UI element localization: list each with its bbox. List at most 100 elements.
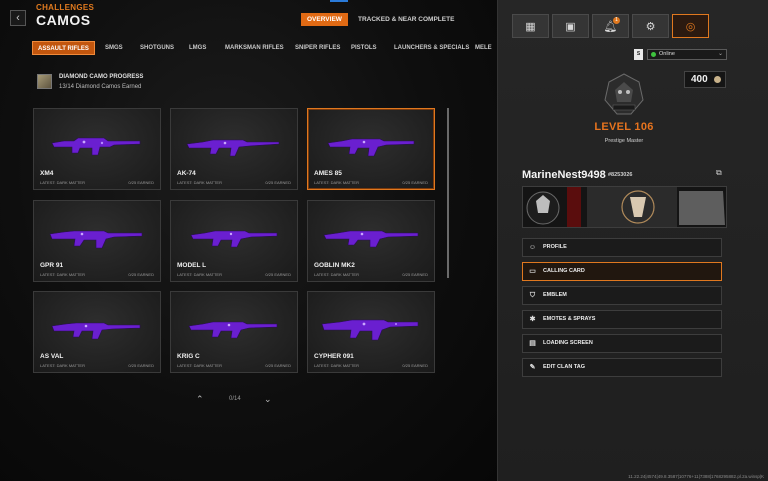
weapon-earned-count: 0/25 EARNED: [128, 272, 154, 277]
category-tab-smgs[interactable]: SMGS: [105, 41, 123, 55]
weapon-card-as-val[interactable]: AS VAL LATEST: DARK MATTER 0/25 EARNED: [33, 291, 161, 373]
weapon-name: CYPHER 091: [314, 353, 354, 360]
scrollbar[interactable]: [447, 108, 449, 278]
player-level: LEVEL 106: [594, 121, 654, 133]
menu-calling-card-button[interactable]: ▭ CALLING CARD: [522, 262, 722, 281]
chevron-down-icon: ⌄: [717, 51, 723, 57]
grid-icon: ▦: [525, 20, 536, 33]
weapon-name: AS VAL: [40, 353, 64, 360]
category-tab-assault-rifles[interactable]: ASSAULT RIFLES: [32, 41, 95, 55]
build-info: 11.22.24|4574|49.8.3587|10776+11|7388|17…: [628, 474, 764, 479]
weapon-latest-camo: LATEST: DARK MATTER: [40, 363, 85, 368]
prestige-title: Prestige Master: [604, 138, 644, 144]
menu-label: EMBLEM: [543, 292, 567, 298]
weapon-earned-count: 0/25 EARNED: [265, 272, 291, 277]
tab-tracked-near-complete[interactable]: TRACKED & NEAR COMPLETE: [358, 13, 454, 26]
profile-ring-icon: ◎: [685, 20, 696, 33]
weapon-name: XM4: [40, 170, 54, 177]
weapon-card-goblin-mk2[interactable]: GOBLIN MK2 LATEST: DARK MATTER 0/25 EARN…: [307, 200, 435, 282]
weapon-image: [186, 139, 280, 157]
menu-label: PROFILE: [543, 244, 567, 250]
loading-screen-icon: ▤: [529, 340, 536, 347]
weapon-image: [327, 138, 415, 157]
weapon-card-krig-c[interactable]: KRIG C LATEST: DARK MATTER 0/25 EARNED: [170, 291, 298, 373]
weapon-name: GPR 91: [40, 262, 64, 269]
diamond-camo-icon: [37, 74, 52, 89]
clan-tag-icon: ✎: [529, 364, 536, 371]
menu-emotes-sprays-button[interactable]: ✱ EMOTES & SPRAYS: [522, 310, 722, 329]
weapon-earned-count: 0/25 EARNED: [402, 363, 428, 368]
category-tab-shotguns[interactable]: SHOTGUNS: [140, 41, 174, 55]
chevron-left-icon: ‹: [16, 12, 20, 24]
emblem-icon: ⛉: [529, 292, 536, 299]
menu-label: CALLING CARD: [543, 268, 585, 274]
weapon-latest-camo: LATEST: DARK MATTER: [314, 272, 359, 277]
weapon-latest-camo: LATEST: DARK MATTER: [40, 272, 85, 277]
emote-icon: ✱: [529, 316, 536, 323]
gamertag: MarineNest9498: [522, 169, 606, 181]
category-tabs: ASSAULT RIFLES SMGS SHOTGUNS LMGS MARKSM…: [32, 41, 492, 55]
weapon-card-ames-85[interactable]: AMES 85 LATEST: DARK MATTER 0/25 EARNED: [307, 108, 435, 190]
chevron-down-icon[interactable]: ⌄: [264, 394, 272, 405]
pager-count: 0/14: [229, 396, 241, 402]
category-tab-marksman-rifles[interactable]: MARKSMAN RIFLES: [225, 41, 284, 55]
category-tab-sniper-rifles[interactable]: SNIPER RIFLES: [295, 41, 340, 55]
top-accent-bar: [330, 0, 348, 2]
menu-edit-clan-tag-button[interactable]: ✎ EDIT CLAN TAG: [522, 358, 722, 377]
weapon-name: AMES 85: [314, 170, 342, 177]
menu-loading-screen-button[interactable]: ▤ LOADING SCREEN: [522, 334, 722, 353]
prestige-emblem-icon: [604, 73, 644, 115]
weapon-earned-count: 0/25 EARNED: [402, 272, 428, 277]
weapon-image: [190, 230, 278, 248]
category-tab-launchers-specials[interactable]: LAUNCHERS & SPECIALS: [394, 41, 469, 55]
cod-points-value: 400: [691, 74, 708, 85]
weapon-latest-camo: LATEST: DARK MATTER: [314, 363, 359, 368]
weapon-name: AK-74: [177, 170, 196, 177]
tab-overview[interactable]: OVERVIEW: [301, 13, 348, 26]
category-tab-pistols[interactable]: PISTOLS: [351, 41, 377, 55]
progress-title: DIAMOND CAMO PROGRESS: [59, 74, 144, 80]
menu-profile-button[interactable]: ☺ PROFILE: [522, 238, 722, 257]
weapon-earned-count: 0/25 EARNED: [128, 363, 154, 368]
menu-emblem-button[interactable]: ⛉ EMBLEM: [522, 286, 722, 305]
online-status-dropdown[interactable]: Online ⌄: [647, 49, 727, 60]
weapon-latest-camo: LATEST: DARK MATTER: [177, 363, 222, 368]
weapon-card-xm4[interactable]: XM4 LATEST: DARK MATTER 0/25 EARNED: [33, 108, 161, 190]
weapon-card-model-l[interactable]: MODEL L LATEST: DARK MATTER 0/25 EARNED: [170, 200, 298, 282]
progress-subtitle: 13/14 Diamond Camos Earned: [59, 84, 142, 90]
menu-label: LOADING SCREEN: [543, 340, 593, 346]
weapon-latest-camo: LATEST: DARK MATTER: [40, 180, 85, 185]
weapon-earned-count: 0/25 EARNED: [402, 180, 428, 185]
weapon-name: MODEL L: [177, 262, 207, 269]
weapon-earned-count: 0/25 EARNED: [265, 363, 291, 368]
copy-icon[interactable]: ⧉: [716, 168, 725, 177]
chevron-up-icon[interactable]: ⌃: [196, 394, 204, 405]
barracks-icon: ▣: [565, 20, 576, 33]
page-title: CAMOS: [36, 12, 91, 28]
grid-menu-button[interactable]: ▦: [512, 14, 549, 38]
weapon-card-gpr-91[interactable]: GPR 91 LATEST: DARK MATTER 0/25 EARNED: [33, 200, 161, 282]
weapon-name: GOBLIN MK2: [314, 262, 355, 269]
back-button[interactable]: ‹: [10, 10, 26, 26]
weapon-image: [49, 230, 143, 249]
calling-card-icon: ▭: [529, 268, 536, 275]
status-badge: S: [634, 49, 643, 60]
cod-points-display[interactable]: 400: [684, 71, 726, 88]
weapon-earned-count: 0/25 EARNED: [128, 180, 154, 185]
profile-tab-button[interactable]: ◎: [672, 14, 709, 38]
weapon-name: KRIG C: [177, 353, 200, 360]
breadcrumb[interactable]: CHALLENGES: [36, 3, 94, 12]
weapon-card-cypher-091[interactable]: CYPHER 091 LATEST: DARK MATTER 0/25 EARN…: [307, 291, 435, 373]
gamertag-id: #8253026: [608, 172, 633, 178]
online-status-label: Online: [659, 51, 675, 57]
weapon-card-ak-74[interactable]: AK-74 LATEST: DARK MATTER 0/25 EARNED: [170, 108, 298, 190]
cod-points-icon: [714, 76, 721, 83]
settings-button[interactable]: ⚙: [632, 14, 669, 38]
category-tab-lmgs[interactable]: LMGS: [189, 41, 206, 55]
barracks-button[interactable]: ▣: [552, 14, 589, 38]
calling-card-banner[interactable]: [522, 186, 727, 228]
notifications-button[interactable]: 🔔︎ 1: [592, 14, 629, 38]
category-tab-melee[interactable]: MELEE: [475, 41, 492, 55]
weapon-latest-camo: LATEST: DARK MATTER: [314, 180, 359, 185]
notification-badge: 1: [613, 17, 620, 24]
